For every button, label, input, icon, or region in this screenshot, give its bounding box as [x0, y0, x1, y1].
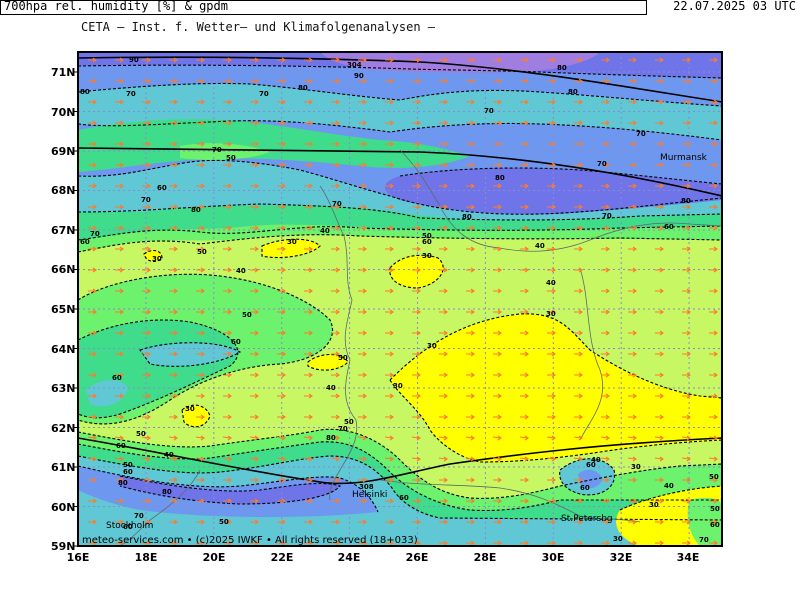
contour-label: 80 — [681, 197, 691, 205]
contour-label: 60 — [112, 374, 122, 382]
contour-label: 30 — [631, 463, 641, 471]
contour-label: 40 — [664, 482, 674, 490]
contour-label: 50 — [197, 248, 207, 256]
contour-label: 90 — [129, 56, 139, 64]
contour-label: 70 — [602, 212, 612, 220]
contour-label: 70 — [332, 200, 342, 208]
humidity-field — [78, 52, 722, 546]
contour-label: 60 — [123, 468, 133, 476]
contour-label: 30 — [427, 342, 437, 350]
lon-label: 20E — [203, 551, 226, 564]
lon-label: 32E — [610, 551, 633, 564]
lon-label: 26E — [406, 551, 429, 564]
lat-label: 67N — [51, 224, 76, 237]
contour-label: 80 — [462, 213, 472, 221]
contour-label: 70 — [134, 512, 144, 520]
contour-label: 60 — [422, 238, 432, 246]
longitude-axis: 16E 18E 20E 22E 24E 26E 28E 30E 32E 34E — [67, 551, 700, 564]
contour-label: 80 — [118, 479, 128, 487]
contour-label: 40 — [326, 384, 336, 392]
city-label-helsinki: Helsinki — [352, 490, 387, 500]
contour-label: 30 — [613, 535, 623, 543]
contour-label: 304 — [347, 61, 362, 69]
contour-label: 50 — [242, 311, 252, 319]
contour-label: 80 — [298, 84, 308, 92]
contour-label: 50 — [226, 154, 236, 162]
lat-label: 62N — [51, 422, 76, 435]
contour-label: 70 — [259, 90, 269, 98]
contour-label: 80 — [568, 88, 578, 96]
latitude-axis: 71N 70N 69N 68N 67N 66N 65N 64N 63N 62N … — [51, 66, 78, 553]
contour-label: 60 — [586, 461, 596, 469]
contour-label: 70 — [699, 536, 709, 544]
contour-label: 40 — [535, 242, 545, 250]
contour-label: 70 — [636, 130, 646, 138]
contour-label: 30 — [185, 405, 195, 413]
contour-label: 70 — [126, 90, 136, 98]
contour-label: 30 — [546, 310, 556, 318]
city-label-stockholm: Stockholm — [106, 521, 153, 531]
lat-label: 66N — [51, 263, 76, 276]
contour-label: 40 — [320, 227, 330, 235]
contour-label: 70 — [484, 107, 494, 115]
contour-label: 70 — [212, 146, 222, 154]
contour-label: 70 — [90, 230, 100, 238]
contour-label: 80 — [80, 88, 90, 96]
lon-label: 24E — [338, 551, 361, 564]
contour-label: 50 — [710, 505, 720, 513]
contour-label: 70 — [338, 425, 348, 433]
lat-label: 70N — [51, 106, 76, 119]
lat-label: 61N — [51, 461, 76, 474]
contour-label: 30 — [287, 238, 297, 246]
contour-label: 50 — [709, 473, 719, 481]
city-label-murmansk: Murmansk — [660, 153, 708, 163]
contour-label: 60 — [116, 442, 126, 450]
city-label-st-petersburg: St.Petersbg — [561, 514, 613, 524]
contour-label: 90 — [354, 72, 364, 80]
copyright-footer: meteo-services.com • (c)2025 IWKF • All … — [82, 535, 418, 546]
humidity-map: 71N 70N 69N 68N 67N 66N 65N 64N 63N 62N … — [51, 51, 723, 564]
lon-label: 16E — [67, 551, 90, 564]
lon-label: 18E — [135, 551, 158, 564]
contour-label: 60 — [664, 223, 674, 231]
contour-label: 80 — [557, 64, 567, 72]
contour-label: 80 — [326, 434, 336, 442]
lat-label: 64N — [51, 343, 76, 356]
contour-label: 60 — [80, 238, 90, 246]
contour-label: 80 — [495, 174, 505, 182]
lat-label: 65N — [51, 303, 76, 316]
lon-label: 30E — [542, 551, 565, 564]
lon-label: 28E — [474, 551, 497, 564]
contour-label: 50 — [219, 518, 229, 526]
contour-label: 60 — [157, 184, 167, 192]
contour-label: 60 — [399, 494, 409, 502]
contour-label: 30 — [152, 255, 162, 263]
contour-label: 40 — [236, 267, 246, 275]
lat-label: 63N — [51, 382, 76, 395]
contour-label: 60 — [580, 484, 590, 492]
contour-label: 60 — [231, 338, 241, 346]
contour-label: 30 — [649, 501, 659, 509]
contour-label: 50 — [338, 354, 348, 362]
contour-label: 80 — [191, 206, 201, 214]
lon-label: 34E — [677, 551, 700, 564]
lon-label: 22E — [271, 551, 294, 564]
contour-label: 40 — [164, 451, 174, 459]
contour-label: 80 — [162, 488, 172, 496]
lat-label: 68N — [51, 184, 76, 197]
lat-label: 69N — [51, 145, 76, 158]
contour-label: 40 — [546, 279, 556, 287]
contour-label: 70 — [141, 196, 151, 204]
lat-label: 60N — [51, 501, 76, 514]
contour-label: 70 — [597, 160, 607, 168]
lat-label: 71N — [51, 66, 76, 79]
contour-label: 50 — [136, 430, 146, 438]
contour-label: 60 — [710, 521, 720, 529]
contour-label: 30 — [393, 382, 403, 390]
contour-label: 30 — [422, 252, 432, 260]
